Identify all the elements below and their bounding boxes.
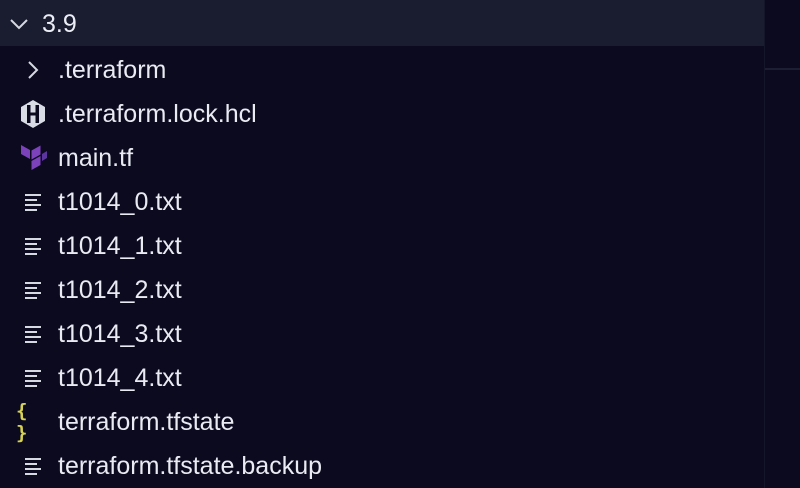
folder-header-3-9[interactable]: 3.9	[0, 0, 764, 46]
tree-item-main-tf[interactable]: main.tf	[0, 135, 764, 179]
chevron-right-icon[interactable]	[16, 55, 50, 85]
text-file-icon	[16, 319, 50, 349]
tree-item-terraform-lock-hcl[interactable]: .terraform.lock.hcl	[0, 91, 764, 135]
tree-item-t1014-2-txt[interactable]: t1014_2.txt	[0, 267, 764, 311]
text-file-icon	[16, 187, 50, 217]
json-braces-icon: { }	[16, 400, 29, 444]
tree-item-t1014-3-txt[interactable]: t1014_3.txt	[0, 311, 764, 355]
editor-area	[765, 0, 800, 488]
tree-item-label: t1014_2.txt	[58, 276, 182, 304]
folder-name: 3.9	[42, 10, 77, 38]
tree-item-t1014-4-txt[interactable]: t1014_4.txt	[0, 355, 764, 399]
text-file-icon	[16, 231, 50, 261]
tree-item-label: t1014_3.txt	[58, 320, 182, 348]
hashicorp-icon	[16, 99, 50, 129]
tree-item-label: t1014_1.txt	[58, 232, 182, 260]
tree-item-label: terraform.tfstate	[58, 408, 235, 436]
tree-item-terraform-tfstate[interactable]: { } terraform.tfstate	[0, 399, 764, 444]
chevron-down-icon[interactable]	[8, 13, 30, 35]
tree-item-label: .terraform	[58, 56, 167, 84]
text-file-icon	[16, 275, 50, 305]
tree-item-terraform-tfstate-backup[interactable]: terraform.tfstate.backup	[0, 443, 764, 487]
tree-item-label: t1014_4.txt	[58, 364, 182, 392]
editor-tab-bar	[765, 0, 800, 70]
tree-item-label: terraform.tfstate.backup	[58, 452, 323, 480]
tree-item-label: main.tf	[58, 144, 134, 172]
tree-item-terraform-folder[interactable]: .terraform	[0, 47, 764, 91]
terraform-icon	[16, 143, 50, 173]
text-file-icon	[16, 451, 50, 481]
file-explorer: 3.9 .terraform .terraform.lock.hcl main.…	[0, 0, 764, 488]
tree-item-t1014-1-txt[interactable]: t1014_1.txt	[0, 223, 764, 267]
tree-item-label: .terraform.lock.hcl	[58, 100, 257, 128]
text-file-icon	[16, 363, 50, 393]
tree-item-t1014-0-txt[interactable]: t1014_0.txt	[0, 179, 764, 223]
tree-item-label: t1014_0.txt	[58, 188, 182, 216]
